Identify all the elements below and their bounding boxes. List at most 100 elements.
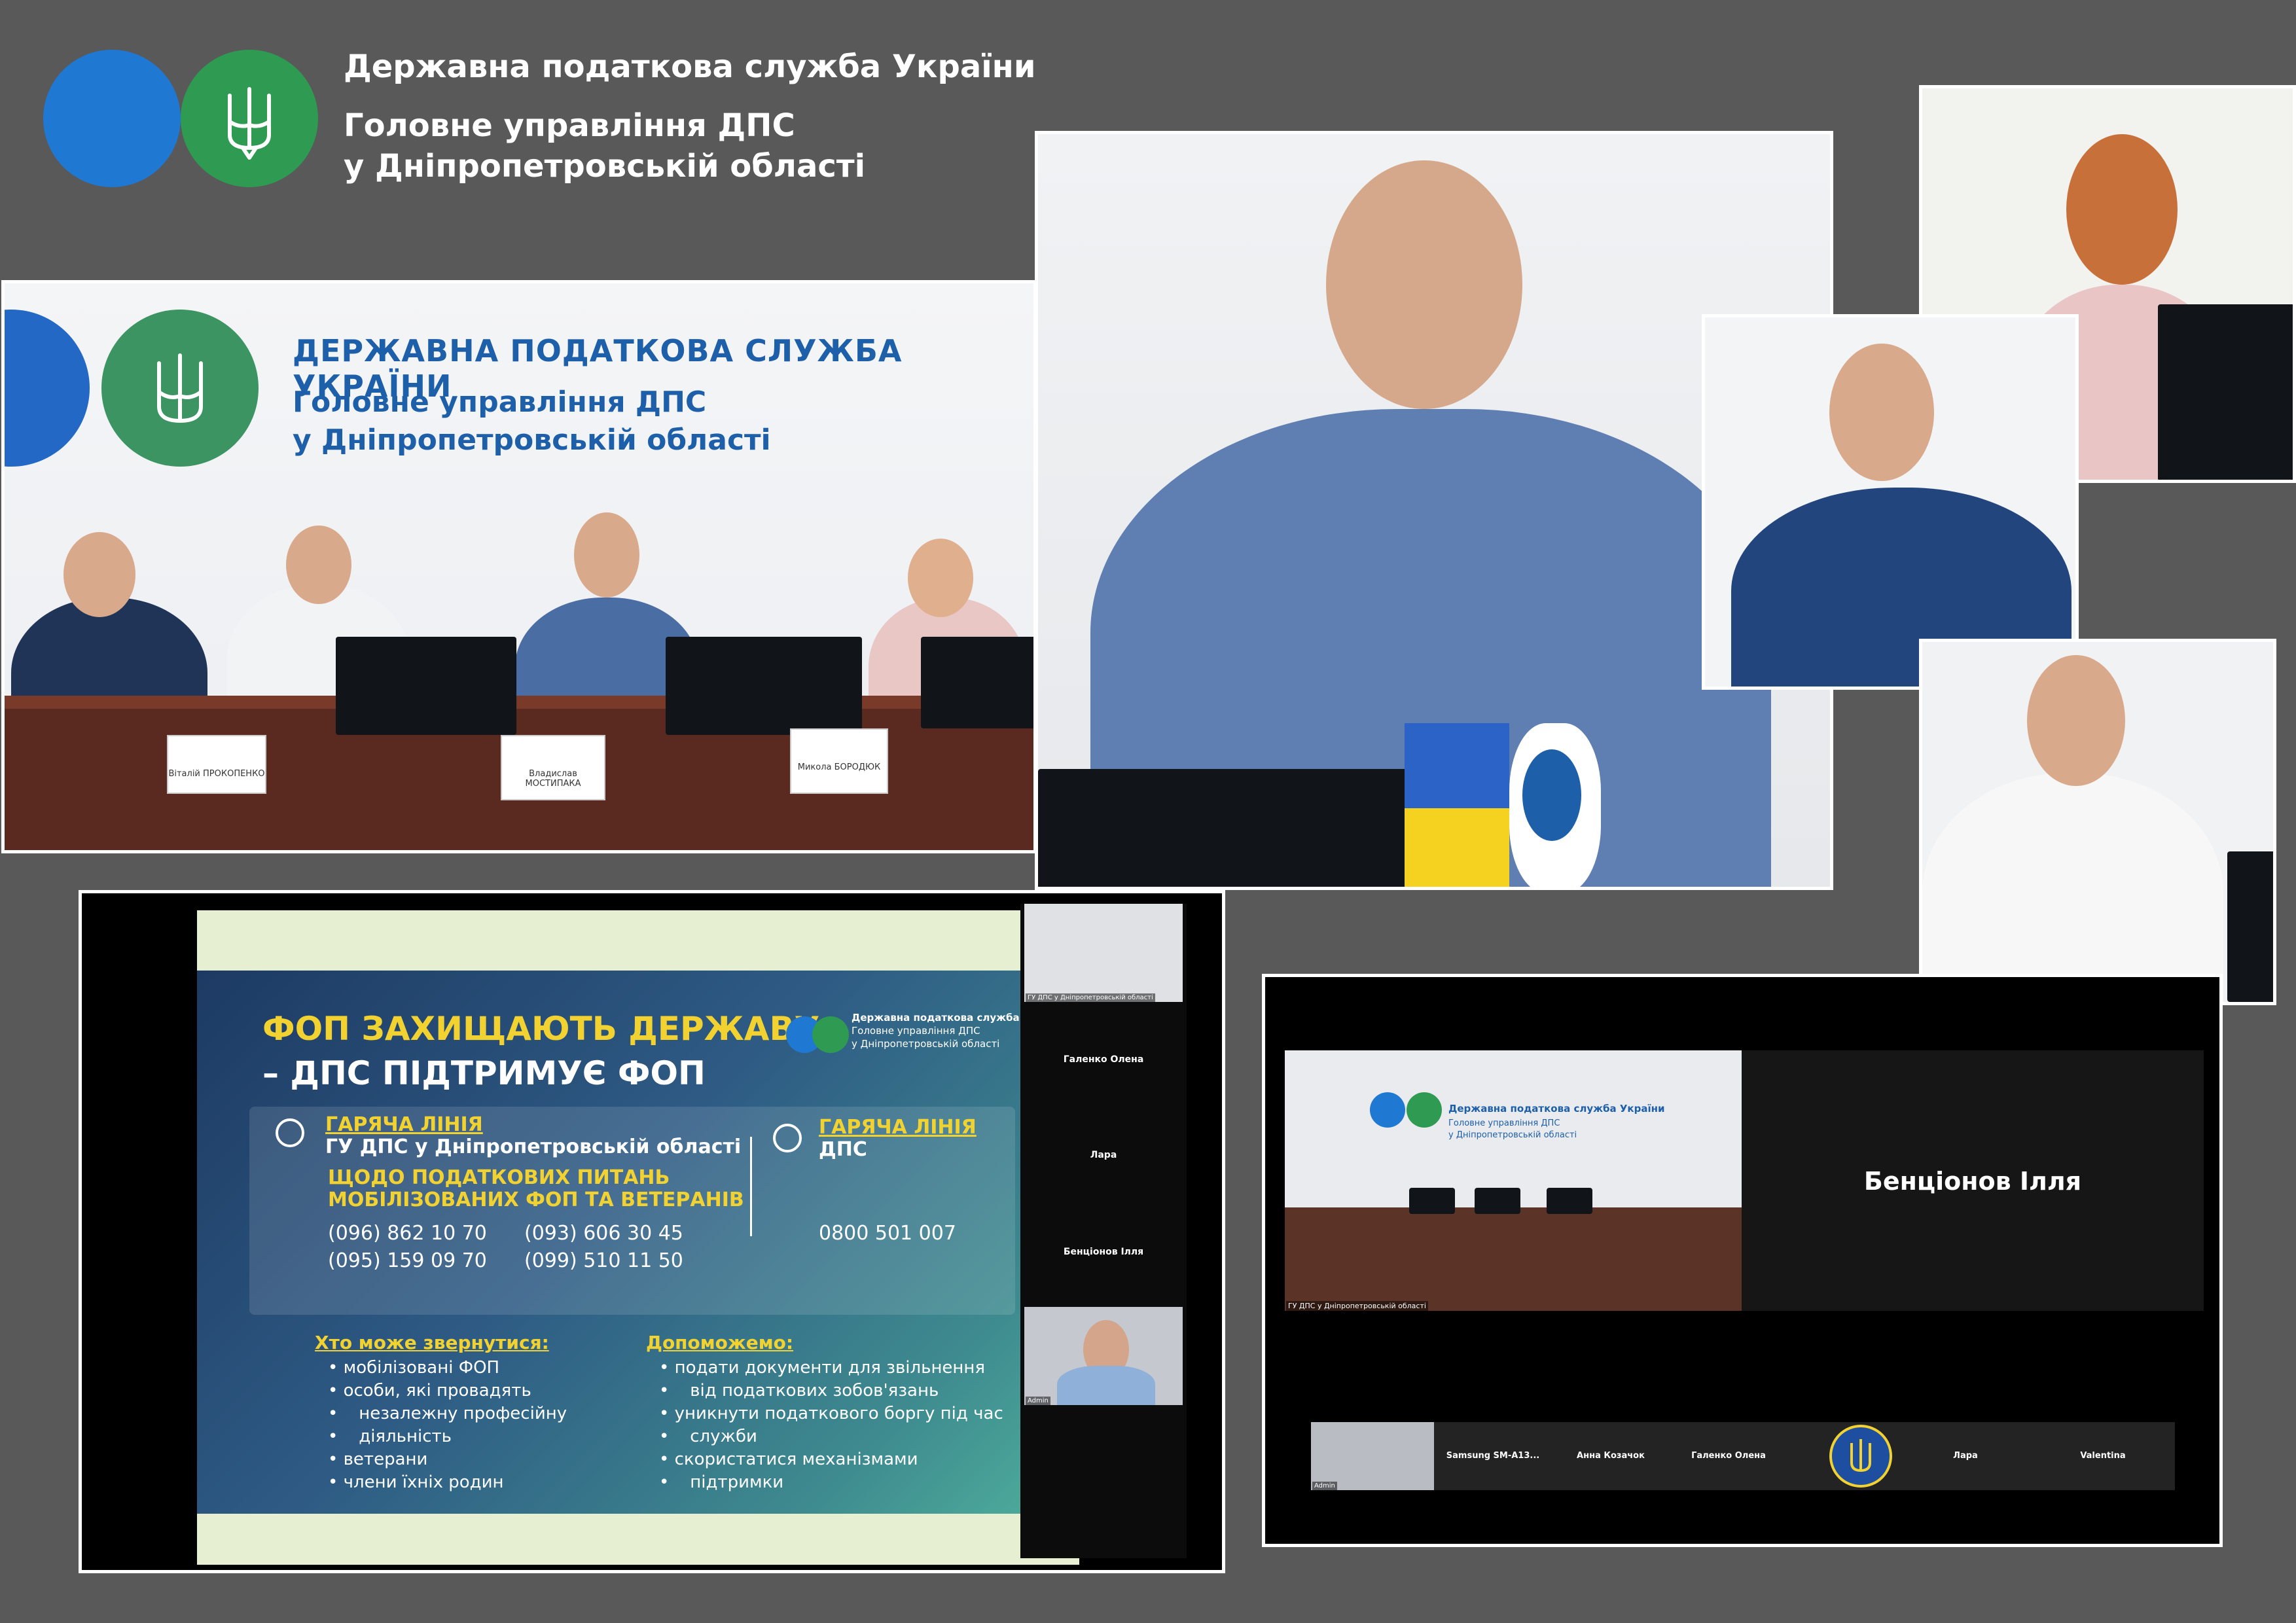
official-head <box>1326 160 1522 409</box>
header-subtitle-2: у Дніпропетровській області <box>344 148 866 185</box>
list-item: ветерани <box>328 1448 567 1471</box>
tile-caption: ГУ ДПС у Дніпропетровській області <box>1286 1301 1428 1311</box>
nameplate-text: Віталій ПРОКОПЕНКО <box>168 769 265 779</box>
participant-name: Галенко Олена <box>1691 1451 1766 1461</box>
presentation-slide: ФОП ЗАХИЩАЮТЬ ДЕРЖАВУ – ДПС ПІДТРИМУЄ ФО… <box>197 910 1079 1565</box>
person-1-head <box>63 532 135 617</box>
list-item: подати документи для звільнення <box>659 1357 1003 1380</box>
hotline-divider <box>750 1137 752 1236</box>
room-org-2: Головне управління ДПС <box>1448 1118 1560 1128</box>
participant-photo-man-white <box>1919 639 2276 1005</box>
list-item: мобілізовані ФОП <box>328 1357 567 1380</box>
wall-subtitle-1: Головне управління ДПС <box>293 385 707 419</box>
trident-icon <box>1850 1439 1871 1472</box>
participant-video-tile[interactable]: Admin <box>1024 1307 1183 1405</box>
participant-tile[interactable]: Valentina <box>2037 1422 2168 1490</box>
monitor <box>336 637 516 735</box>
trident-seal-icon <box>1829 1425 1892 1488</box>
monitor <box>1547 1188 1592 1214</box>
trident-icon <box>228 87 271 160</box>
active-speaker-tile[interactable]: Бенціонов Ілля <box>1742 1050 2204 1311</box>
participant-name: Анна Козачок <box>1577 1451 1645 1461</box>
participants-panel: ГУ ДПС у Дніпропетровській області Гален… <box>1020 904 1187 1558</box>
hotline-1-topic-2: МОБІЛІЗОВАНИХ ФОП ТА ВЕТЕРАНІВ <box>328 1188 744 1211</box>
who-title: Хто може звернутися: <box>315 1332 549 1353</box>
phone-number: (095) 159 09 70 <box>328 1249 487 1272</box>
help-list: подати документи для звільнення • від по… <box>659 1357 1003 1494</box>
press-conference-photo: ДЕРЖАВНА ПОДАТКОВА СЛУЖБА УКРАЇНИ Головн… <box>1 280 1037 853</box>
nameplate: Владислав МОСТИПАКА <box>501 735 605 800</box>
slide-title-1: ФОП ЗАХИЩАЮТЬ ДЕРЖАВУ <box>262 1010 820 1048</box>
participant-name[interactable]: Галенко Олена <box>1020 1054 1187 1065</box>
nameplate-text: Микола БОРОДЮК <box>797 762 881 772</box>
wall-subtitle-2: у Дніпропетровській області <box>293 423 771 457</box>
phone-number: (093) 606 30 45 <box>524 1222 683 1245</box>
phone-icon <box>276 1118 304 1147</box>
list-item: • служби <box>659 1425 1003 1448</box>
participant-tile[interactable]: Samsung SM-A13... <box>1434 1422 1552 1490</box>
ukraine-flag <box>1405 723 1509 887</box>
conference-room-video[interactable]: Державна податкова служба України Головн… <box>1285 1050 1742 1311</box>
list-item: члени їхніх родин <box>328 1471 567 1494</box>
monitor <box>2158 304 2293 480</box>
nameplate: Микола БОРОДЮК <box>790 728 888 794</box>
man-navy-head <box>1829 344 1934 481</box>
video-call-screenshot-slide: ФОП ЗАХИЩАЮТЬ ДЕРЖАВУ – ДПС ПІДТРИМУЄ ФО… <box>79 890 1225 1573</box>
tile-caption: Admin <box>1312 1482 1337 1490</box>
slide-logo-green <box>812 1016 849 1053</box>
phone-number: (096) 862 10 70 <box>328 1222 487 1245</box>
room-org-3: у Дніпропетровській області <box>1448 1130 1577 1140</box>
participant-name: Лара <box>1953 1451 1978 1461</box>
participant-tile[interactable]: Галенко Олена <box>1670 1422 1787 1490</box>
woman-head <box>2066 134 2178 285</box>
nameplate: Віталій ПРОКОПЕНКО <box>167 735 266 794</box>
tile-caption: ГУ ДПС у Дніпропетровській області <box>1026 993 1155 1002</box>
hotline-2-title: ГАРЯЧА ЛІНІЯ <box>819 1116 977 1139</box>
list-item: • діяльність <box>328 1425 567 1448</box>
hotline-1-topic-1: ЩОДО ПОДАТКОВИХ ПИТАНЬ <box>328 1166 670 1189</box>
tax-service-flag <box>1509 723 1601 887</box>
slide-title-2: – ДПС ПІДТРИМУЄ ФОП <box>262 1054 706 1092</box>
who-list: мобілізовані ФОП особи, які провадять • … <box>328 1357 567 1494</box>
participant-video-tile[interactable]: ГУ ДПС у Дніпропетровській області <box>1024 904 1183 1002</box>
room-table <box>1285 1207 1742 1311</box>
participant-name[interactable]: Бенціонов Ілля <box>1020 1247 1187 1257</box>
phone-icon <box>773 1124 802 1152</box>
phone-number: (099) 510 11 50 <box>524 1249 683 1272</box>
trident-icon <box>157 353 203 423</box>
monitor <box>666 637 862 735</box>
room-logo-blue <box>1370 1092 1405 1128</box>
list-item: скористатися механізмами <box>659 1448 1003 1471</box>
monitor <box>1475 1188 1520 1214</box>
monitor <box>1409 1188 1455 1214</box>
monitor <box>2227 851 2273 1002</box>
active-speaker-name: Бенціонов Ілля <box>1863 1167 2082 1196</box>
monitor <box>1038 769 1418 887</box>
participant-name: Samsung SM-A13... <box>1446 1451 1540 1461</box>
person-2-head <box>286 526 351 604</box>
participants-strip: Admin Samsung SM-A13... Анна Козачок Гал… <box>1311 1422 2175 1490</box>
hotline-1-title: ГАРЯЧА ЛІНІЯ <box>325 1113 483 1136</box>
tile-caption: Admin <box>1026 1397 1050 1405</box>
wall-logo-green <box>101 310 259 467</box>
hotline-2-phone: 0800 501 007 <box>819 1222 956 1245</box>
man-white-head <box>2027 655 2125 786</box>
participant-name[interactable]: Лара <box>1020 1150 1187 1160</box>
help-title: Допоможемо: <box>646 1332 794 1353</box>
list-item: уникнути податкового боргу під час <box>659 1402 1003 1425</box>
person-4-head <box>908 539 973 617</box>
participant-tile[interactable]: Лара <box>1900 1422 2031 1490</box>
header-subtitle-1: Головне управління ДПС <box>344 107 795 144</box>
hotline-2-subtitle: ДПС <box>819 1138 867 1161</box>
logo-green-circle <box>181 50 318 187</box>
list-item: • незалежну професійну <box>328 1402 567 1425</box>
logo-blue-circle <box>43 50 181 187</box>
participant-tile[interactable]: Анна Козачок <box>1552 1422 1670 1490</box>
participant-photo-man-navy <box>1702 314 2079 690</box>
man-white-body <box>1922 773 2223 1002</box>
list-item: • підтримки <box>659 1471 1003 1494</box>
participant-video-tile[interactable]: Admin <box>1311 1422 1434 1490</box>
participant-name: Valentina <box>2080 1451 2126 1461</box>
participant-body <box>1057 1366 1155 1405</box>
header-title: Державна податкова служба України <box>344 48 1036 85</box>
